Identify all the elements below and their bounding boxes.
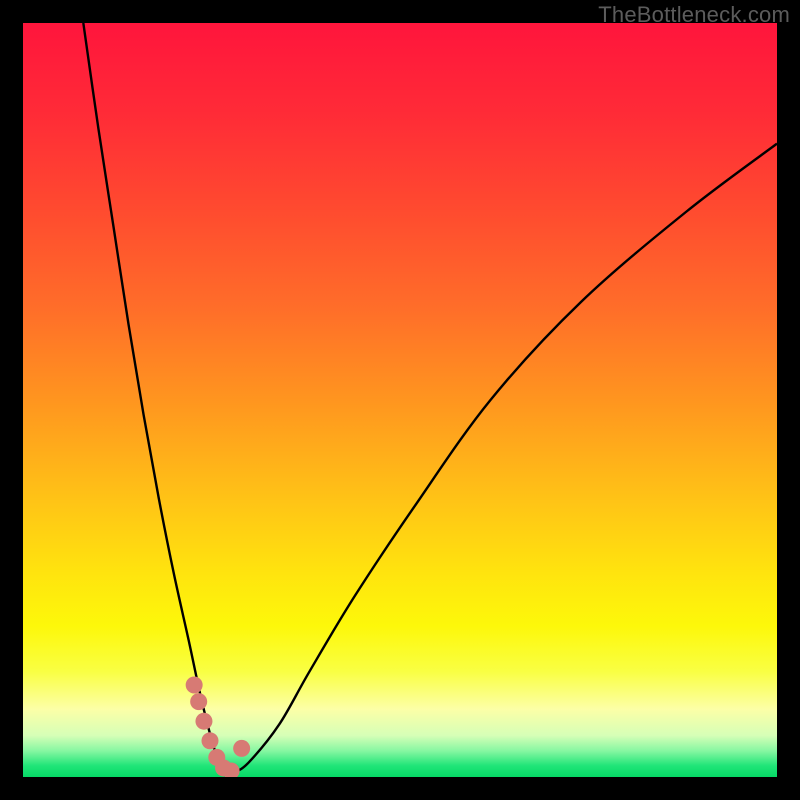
marker-point xyxy=(186,677,203,694)
marker-group xyxy=(186,677,251,777)
marker-point xyxy=(233,740,250,757)
marker-point xyxy=(195,713,212,730)
chart-svg xyxy=(23,23,777,777)
outer-frame: TheBottleneck.com xyxy=(0,0,800,800)
watermark-text: TheBottleneck.com xyxy=(598,2,790,28)
plot-area xyxy=(23,23,777,777)
marker-point xyxy=(201,732,218,749)
bottleneck-curve xyxy=(83,23,777,774)
marker-point xyxy=(190,693,207,710)
